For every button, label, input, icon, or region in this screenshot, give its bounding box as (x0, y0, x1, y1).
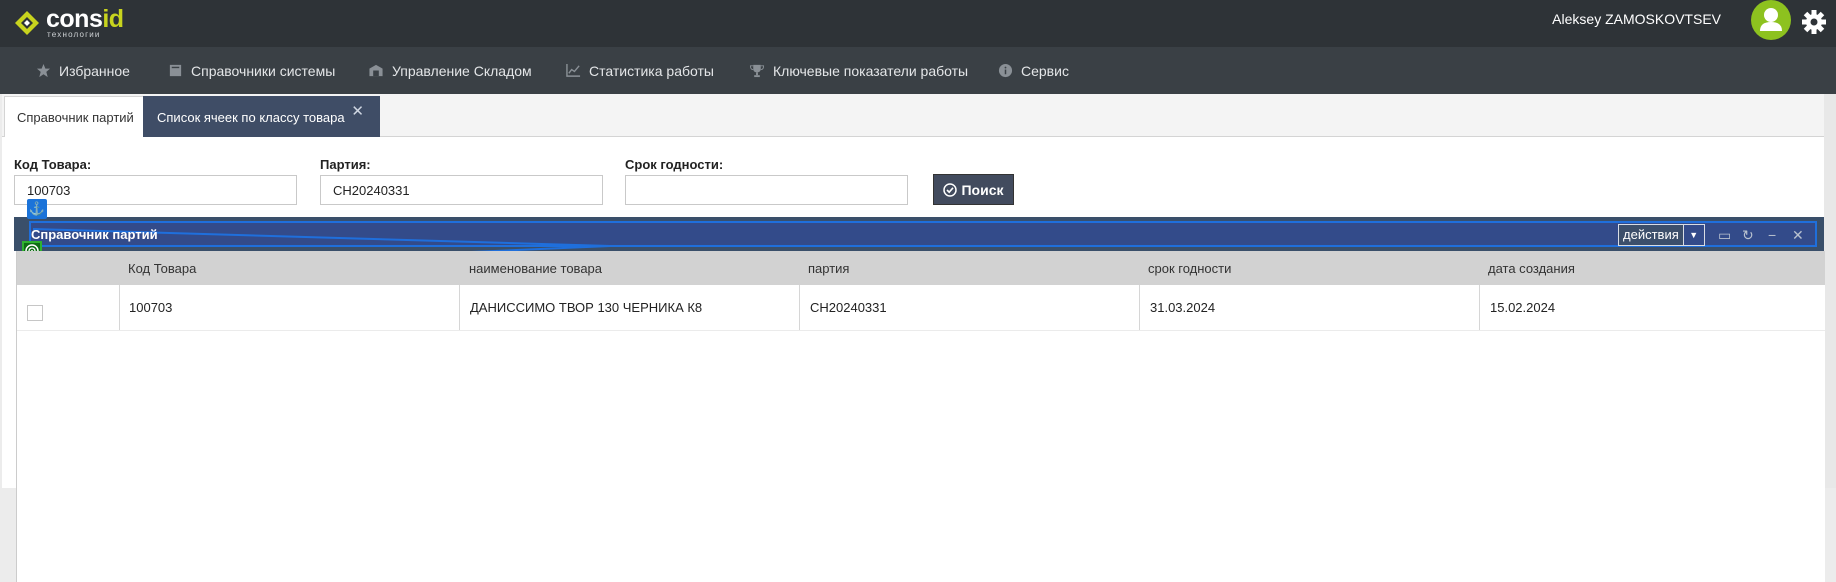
chart-icon (566, 63, 581, 77)
nav-item-label: Ключевые показатели работы (773, 62, 969, 79)
star-icon (36, 63, 51, 78)
row-divider (17, 330, 1825, 331)
warehouse-icon (369, 64, 383, 77)
logo-subtitle: технологии (47, 30, 101, 39)
nav-item-label: Статистика работы (589, 62, 714, 79)
nav-item-system-directories[interactable]: Справочники системы (168, 47, 335, 94)
logo-mark-icon (15, 11, 39, 35)
panel-title: Справочник партий (31, 227, 158, 242)
anchor-icon[interactable]: ⚓ (27, 199, 47, 219)
nav-item-kpi[interactable]: Ключевые показатели работы (749, 47, 968, 94)
table-cell: ДАНИССИМО ТВОР 130 ЧЕРНИКА К8 (470, 300, 703, 315)
column-header[interactable]: Код Товара (128, 261, 196, 276)
batch-table: Код Товара наименование товара партия ср… (16, 251, 1825, 582)
logo-text: consid (46, 5, 124, 33)
column-divider (1479, 285, 1480, 330)
close-panel-icon[interactable]: ✕ (1792, 227, 1804, 244)
check-circle-icon (943, 182, 958, 197)
main-content: Справочник партий Список ячеек по классу… (2, 94, 1825, 582)
gear-icon[interactable] (1800, 8, 1828, 36)
maximize-icon[interactable]: ▭ (1718, 227, 1731, 244)
table-cell: СН20240331 (810, 300, 887, 315)
column-header[interactable]: партия (808, 261, 849, 276)
caret-down-icon: ▼ (1683, 224, 1705, 246)
table-header: Код Товара наименование товара партия ср… (17, 251, 1825, 285)
user-icon (1760, 8, 1782, 31)
user-name[interactable]: Aleksey ZAMOSKOVTSEV (1552, 11, 1721, 27)
nav-item-label: Сервис (1021, 62, 1069, 79)
page-scrollbar[interactable] (1824, 94, 1836, 488)
column-divider (119, 285, 120, 330)
nav-item-warehouse-management[interactable]: Управление Складом (368, 47, 532, 94)
nav-item-service[interactable]: Сервис (998, 47, 1069, 94)
book-icon (169, 64, 182, 77)
user-avatar[interactable] (1751, 0, 1791, 40)
table-cell: 31.03.2024 (1150, 300, 1216, 315)
table-cell: 100703 (129, 300, 173, 315)
column-divider (1139, 285, 1140, 330)
nav-item-label: Избранное (59, 62, 130, 79)
nav-item-favorites[interactable]: Избранное (36, 47, 130, 94)
search-button-label: Поиск (961, 181, 1004, 198)
nav-item-label: Управление Складом (392, 62, 532, 79)
nav-item-work-statistics[interactable]: Статистика работы (566, 47, 714, 94)
column-header[interactable]: срок годности (1148, 261, 1231, 276)
actions-dropdown[interactable]: действия ▼ (1618, 224, 1705, 246)
trophy-icon (749, 64, 765, 78)
top-bar: consid технологии Aleksey ZAMOSKOVTSEV (0, 0, 1836, 47)
minimize-icon[interactable]: − (1768, 227, 1776, 243)
search-button[interactable]: Поиск (933, 174, 1014, 205)
column-header[interactable]: дата создания (1488, 261, 1575, 276)
info-icon (998, 63, 1013, 78)
column-divider (459, 285, 460, 330)
row-checkbox[interactable] (27, 305, 43, 321)
actions-label: действия (1618, 224, 1684, 246)
nav-item-label: Справочники системы (191, 62, 336, 79)
column-divider (799, 285, 800, 330)
refresh-icon[interactable]: ↻ (1742, 227, 1754, 244)
column-header[interactable]: наименование товара (469, 261, 602, 276)
main-nav: Избранное Справочники системы Управление… (0, 47, 1836, 94)
table-cell: 15.02.2024 (1490, 300, 1556, 315)
